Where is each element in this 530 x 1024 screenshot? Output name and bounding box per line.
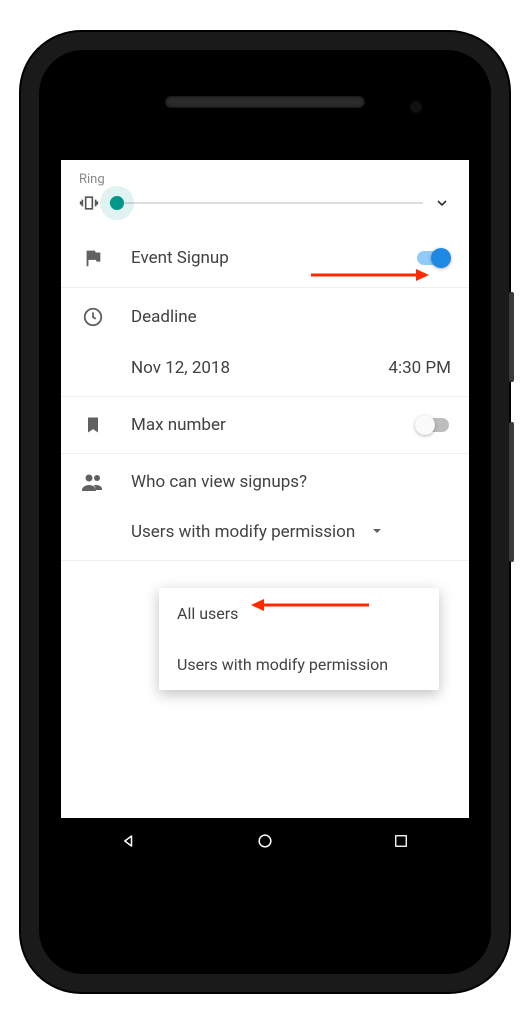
view-signups-selected[interactable]: Users with modify permission: [61, 510, 469, 561]
deadline-label: Deadline: [131, 307, 451, 327]
dropdown-caret-icon: [371, 522, 383, 542]
flag-icon: [79, 247, 107, 269]
deadline-date: Nov 12, 2018: [131, 358, 230, 378]
clock-icon: [79, 306, 107, 328]
annotation-arrow-toggle: [311, 267, 429, 283]
view-signups-value: Users with modify permission: [131, 522, 355, 542]
dropdown-option-all-users[interactable]: All users: [159, 588, 439, 639]
deadline-time: 4:30 PM: [388, 358, 451, 378]
nav-back-button[interactable]: [118, 830, 140, 852]
view-signups-label: Who can view signups?: [131, 472, 451, 492]
event-signup-label: Event Signup: [131, 248, 391, 268]
ring-label: Ring: [79, 172, 451, 187]
ring-volume-thumb[interactable]: [110, 196, 124, 210]
deadline-row: Deadline: [61, 288, 469, 346]
event-signup-toggle[interactable]: [415, 248, 451, 268]
people-icon: [79, 472, 107, 492]
max-number-row: Max number: [61, 397, 469, 454]
phone-camera: [411, 102, 421, 112]
view-signups-row: Who can view signups?: [61, 454, 469, 510]
volume-expand-chevron[interactable]: [433, 194, 451, 212]
android-navbar: [61, 818, 469, 864]
dropdown-option-modify-permission[interactable]: Users with modify permission: [159, 639, 439, 690]
vibrate-icon: [79, 193, 99, 213]
ring-volume-slider[interactable]: [109, 202, 423, 204]
max-number-label: Max number: [131, 415, 391, 435]
annotation-arrow-allusers: [251, 597, 369, 613]
nav-home-button[interactable]: [254, 830, 276, 852]
phone-speaker: [165, 96, 365, 108]
nav-recent-button[interactable]: [390, 830, 412, 852]
bookmark-icon: [79, 415, 107, 435]
deadline-value-row[interactable]: Nov 12, 2018 4:30 PM: [61, 346, 469, 397]
max-number-toggle[interactable]: [415, 415, 451, 435]
